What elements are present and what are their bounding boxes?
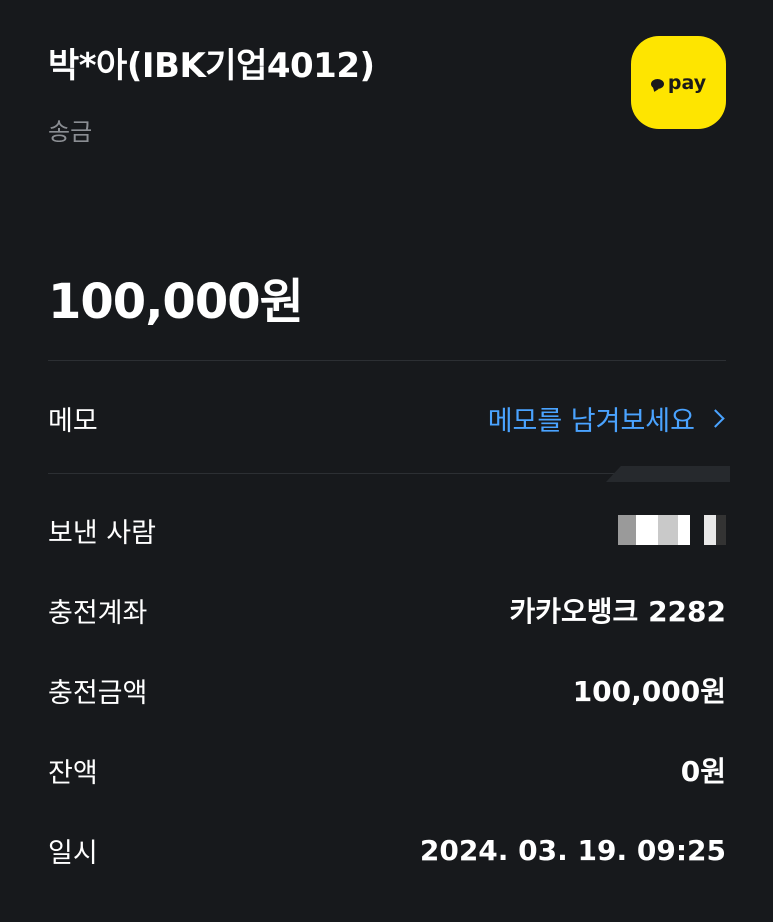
detail-row-sender: 보낸 사람 [48,506,726,554]
sender-label: 보낸 사람 [48,517,156,549]
charge-amount-label: 충전금액 [48,677,148,709]
add-memo-text: 메모를 남겨보세요 [487,405,695,437]
speech-bubble-icon [650,78,664,89]
memo-label: 메모 [48,405,98,437]
kakaopay-logo: pay [631,36,726,129]
balance-label: 잔액 [48,757,98,789]
transfer-receipt-screen: 박*아(IBK기업4012) 송금 pay 100,000원 메모 메모를 남겨… [0,0,773,922]
datetime-label: 일시 [48,837,98,869]
sender-redacted-value [618,515,726,545]
balance-value: 0원 [680,755,726,788]
redaction-mark [606,466,730,482]
chevron-right-icon [706,408,725,428]
charge-account-value: 카카오뱅크 2282 [509,595,726,628]
divider [48,360,726,361]
charge-account-label: 충전계좌 [48,597,148,629]
datetime-value: 2024. 03. 19. 09:25 [419,833,726,867]
add-memo-link[interactable]: 메모를 남겨보세요 [488,399,726,438]
detail-row-datetime: 일시 2024. 03. 19. 09:25 [48,826,726,874]
transfer-amount: 100,000원 [48,274,304,330]
charge-amount-value: 100,000원 [572,675,726,708]
recipient-name: 박*아(IBK기업4012) [48,46,375,86]
memo-row[interactable]: 메모 메모를 남겨보세요 [48,394,726,442]
transaction-type: 송금 [48,118,93,146]
detail-row-balance: 잔액 0원 [48,746,726,794]
logo-text: pay [667,71,707,94]
detail-row-charge-account: 충전계좌 카카오뱅크 2282 [48,586,726,634]
detail-row-charge-amount: 충전금액 100,000원 [48,666,726,714]
